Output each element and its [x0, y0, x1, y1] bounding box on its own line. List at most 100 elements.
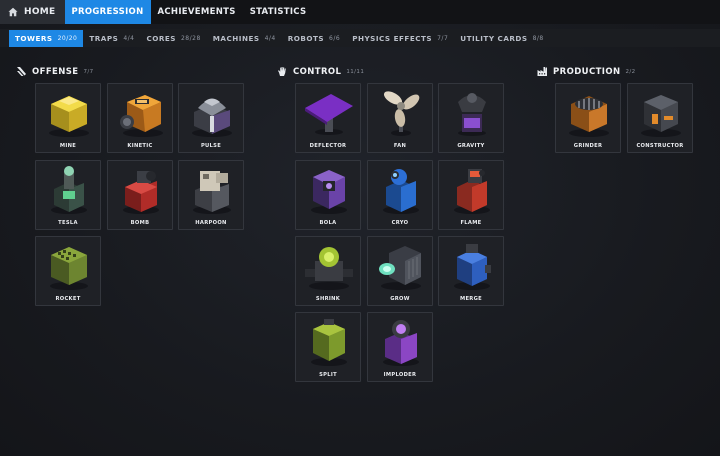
tower-card-cryo[interactable]: CRYO	[367, 160, 433, 230]
subtab-count: 8/8	[532, 34, 544, 42]
tower-name: ROCKET	[55, 296, 81, 302]
section-count: 11/11	[346, 68, 365, 75]
deflector-tower-icon	[305, 94, 353, 135]
tower-card-tesla[interactable]: TESLA	[35, 160, 101, 230]
tower-card-rocket[interactable]: ROCKET	[35, 236, 101, 306]
tower-card-flame[interactable]: FLAME	[438, 160, 504, 230]
tesla-tower-icon	[51, 166, 87, 214]
pulse-tower-icon	[192, 98, 232, 137]
tower-card-kinetic[interactable]: KINETIC	[107, 83, 173, 153]
tower-name: MINE	[59, 143, 77, 149]
tower-card-constructor[interactable]: CONSTRUCTOR	[627, 83, 693, 153]
subtab-label: UTILITY CARDS	[460, 33, 528, 43]
subtab-count: 4/4	[264, 34, 276, 42]
section-title: CONTROL	[293, 66, 342, 77]
section-offense-header: OFFENSE 7/7	[16, 66, 94, 77]
tower-card-imploder[interactable]: IMPLODER	[367, 312, 433, 382]
tower-card-pulse[interactable]: PULSE	[178, 83, 244, 153]
subtab-count: 20/20	[57, 34, 78, 42]
subtab-label: MACHINES	[212, 33, 260, 43]
tab-progression[interactable]: PROGRESSION	[64, 0, 151, 24]
tower-name: GROW	[390, 296, 410, 302]
factory-icon	[537, 67, 547, 76]
imploder-tower-icon	[383, 320, 419, 366]
tab-achievements[interactable]: ACHIEVEMENTS	[151, 0, 243, 24]
subtab-utility-cards[interactable]: UTILITY CARDS 8/8	[454, 30, 549, 47]
subtab-label: ROBOTS	[287, 33, 325, 43]
tower-name: DEFLECTOR	[309, 143, 347, 149]
section-title: PRODUCTION	[553, 66, 621, 77]
subtab-label: TOWERS	[15, 33, 53, 43]
cryo-tower-icon	[383, 169, 419, 214]
shrink-tower-icon	[305, 247, 353, 290]
bomb-tower-icon	[123, 171, 159, 214]
split-tower-icon	[311, 319, 347, 366]
constructor-tower-icon	[641, 95, 681, 137]
top-nav: HOME PROGRESSION ACHIEVEMENTS STATISTICS	[0, 0, 720, 24]
section-production-header: PRODUCTION 2/2	[537, 66, 636, 77]
tower-card-bomb[interactable]: BOMB	[107, 160, 173, 230]
tower-name: KINETIC	[127, 143, 153, 149]
kinetic-tower-icon	[120, 95, 163, 137]
harpoon-tower-icon	[193, 171, 231, 214]
tower-card-bola[interactable]: BOLA	[295, 160, 361, 230]
tower-name: GRINDER	[573, 143, 603, 149]
flame-tower-icon	[454, 169, 490, 214]
tower-card-gravity[interactable]: GRAVITY	[438, 83, 504, 153]
tower-card-harpoon[interactable]: HARPOON	[178, 160, 244, 230]
tower-name: MERGE	[459, 296, 482, 302]
tower-card-deflector[interactable]: DEFLECTOR	[295, 83, 361, 153]
rocket-tower-icon	[50, 247, 88, 290]
subtab-traps[interactable]: TRAPS 4/4	[83, 30, 140, 47]
subtab-count: 6/6	[329, 34, 341, 42]
tab-progression-label: PROGRESSION	[71, 7, 144, 17]
subtab-machines[interactable]: MACHINES 4/4	[207, 30, 282, 47]
tower-card-mine[interactable]: MINE	[35, 83, 101, 153]
tower-name: SPLIT	[319, 372, 337, 378]
tower-name: HARPOON	[195, 220, 227, 226]
tower-card-shrink[interactable]: SHRINK	[295, 236, 361, 306]
grinder-tower-icon	[569, 96, 609, 137]
tower-name: BOMB	[130, 220, 150, 226]
merge-tower-icon	[454, 244, 491, 290]
home-icon	[8, 7, 18, 17]
section-count: 7/7	[83, 68, 94, 75]
tower-name: BOLA	[319, 220, 337, 226]
subtab-robots[interactable]: ROBOTS 6/6	[282, 30, 346, 47]
tower-name: FLAME	[460, 220, 482, 226]
tower-name: CONSTRUCTOR	[636, 143, 684, 149]
tower-name: CRYO	[391, 220, 409, 226]
tower-name: PULSE	[200, 143, 222, 149]
tower-card-grow[interactable]: GROW	[367, 236, 433, 306]
subtab-label: TRAPS	[89, 33, 119, 43]
tab-statistics-label: STATISTICS	[249, 7, 307, 17]
subtab-physics-effects[interactable]: PHYSICS EFFECTS 7/7	[346, 30, 454, 47]
bola-tower-icon	[311, 170, 347, 214]
tower-name: SHRINK	[315, 296, 341, 302]
home-button[interactable]: HOME	[0, 0, 65, 24]
tab-statistics[interactable]: STATISTICS	[243, 0, 314, 24]
sword-slash-icon	[17, 67, 26, 76]
tower-name: FAN	[393, 143, 407, 149]
grow-tower-icon	[379, 246, 421, 290]
section-control-header: CONTROL 11/11	[277, 66, 364, 77]
subtab-label: CORES	[146, 33, 176, 43]
gravity-tower-icon	[458, 93, 486, 136]
section-count: 2/2	[625, 68, 636, 75]
tower-card-split[interactable]: SPLIT	[295, 312, 361, 382]
tower-name: GRAVITY	[457, 143, 485, 149]
fan-tower-icon	[383, 91, 420, 136]
tab-achievements-label: ACHIEVEMENTS	[157, 7, 236, 17]
subtab-cores[interactable]: CORES 28/28	[140, 30, 206, 47]
category-tabs: TOWERS 20/20 TRAPS 4/4 CORES 28/28 MACHI…	[0, 29, 720, 47]
tower-card-merge[interactable]: MERGE	[438, 236, 504, 306]
subtab-count: 4/4	[123, 34, 135, 42]
tower-card-fan[interactable]: FAN	[367, 83, 433, 153]
mine-tower-icon	[49, 96, 89, 137]
subtab-towers[interactable]: TOWERS 20/20	[9, 29, 84, 47]
tower-card-grinder[interactable]: GRINDER	[555, 83, 621, 153]
tower-name: TESLA	[58, 220, 78, 226]
subtab-count: 28/28	[180, 34, 201, 42]
subtab-count: 7/7	[437, 34, 449, 42]
tower-name: IMPLODER	[383, 372, 417, 378]
